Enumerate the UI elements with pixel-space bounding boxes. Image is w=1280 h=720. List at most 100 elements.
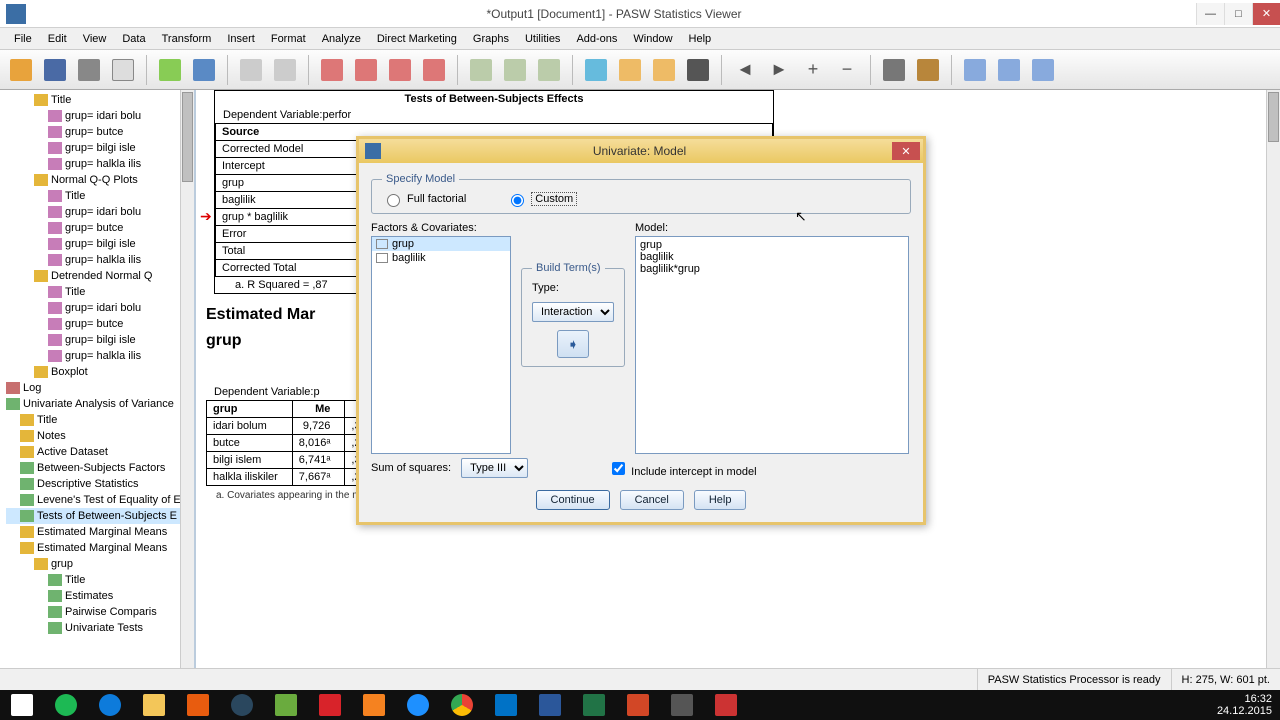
outline-item[interactable]: Normal Q-Q Plots bbox=[6, 172, 194, 188]
menu-analyze[interactable]: Analyze bbox=[314, 33, 369, 45]
outline-item[interactable]: Title bbox=[6, 572, 194, 588]
menu-add-ons[interactable]: Add-ons bbox=[568, 33, 625, 45]
goto-case-button[interactable] bbox=[351, 55, 381, 85]
dialog-recall-button[interactable] bbox=[189, 55, 219, 85]
task-powerpoint[interactable] bbox=[616, 690, 660, 720]
factors-listbox[interactable]: grupbaglilik bbox=[371, 236, 511, 454]
redo-button[interactable] bbox=[270, 55, 300, 85]
intercept-checkbox[interactable]: Include intercept in model bbox=[608, 459, 756, 478]
outline-item[interactable]: Title bbox=[6, 284, 194, 300]
menu-utilities[interactable]: Utilities bbox=[517, 33, 568, 45]
tree-button[interactable] bbox=[879, 55, 909, 85]
outline-scrollbar[interactable] bbox=[180, 90, 194, 668]
stop-button[interactable] bbox=[683, 55, 713, 85]
system-tray[interactable]: 16:32 24.12.2015 bbox=[1209, 693, 1280, 717]
outline-item[interactable]: grup= bilgi isle bbox=[6, 332, 194, 348]
radio-full-factorial[interactable]: Full factorial bbox=[382, 191, 466, 207]
task-spotify[interactable] bbox=[44, 690, 88, 720]
outline-item[interactable]: Notes bbox=[6, 428, 194, 444]
output-scrollbar[interactable] bbox=[1266, 90, 1280, 668]
task-steam[interactable] bbox=[220, 690, 264, 720]
menu-insert[interactable]: Insert bbox=[219, 33, 263, 45]
maximize-button[interactable]: □ bbox=[1224, 3, 1252, 25]
close-button[interactable]: ✕ bbox=[1252, 3, 1280, 25]
outline-item[interactable]: Descriptive Statistics bbox=[6, 476, 194, 492]
task-explorer[interactable] bbox=[132, 690, 176, 720]
task-teamviewer[interactable] bbox=[88, 690, 132, 720]
outline-item[interactable]: Active Dataset bbox=[6, 444, 194, 460]
radio-custom[interactable]: Custom bbox=[506, 191, 577, 207]
task-generic[interactable] bbox=[660, 690, 704, 720]
nav-back-button[interactable]: ◄ bbox=[730, 55, 760, 85]
table-button[interactable] bbox=[994, 55, 1024, 85]
menu-direct-marketing[interactable]: Direct Marketing bbox=[369, 33, 465, 45]
outline-item[interactable]: Detrended Normal Q bbox=[6, 268, 194, 284]
task-word[interactable] bbox=[528, 690, 572, 720]
zoom-in-button[interactable]: + bbox=[798, 55, 828, 85]
task-camtasia[interactable] bbox=[264, 690, 308, 720]
menu-file[interactable]: File bbox=[6, 33, 40, 45]
minimize-button[interactable]: — bbox=[1196, 3, 1224, 25]
variables-button[interactable] bbox=[385, 55, 415, 85]
task-ccleaner[interactable] bbox=[308, 690, 352, 720]
model-listbox[interactable]: grupbaglilikbaglilik*grup bbox=[635, 236, 909, 454]
print-button[interactable] bbox=[74, 55, 104, 85]
dialog-close-button[interactable]: ✕ bbox=[892, 142, 920, 160]
menu-data[interactable]: Data bbox=[114, 33, 153, 45]
outline-item[interactable]: Estimates bbox=[6, 588, 194, 604]
designate-button[interactable] bbox=[581, 55, 611, 85]
preview-button[interactable] bbox=[108, 55, 138, 85]
outline-item[interactable]: grup bbox=[6, 556, 194, 572]
model-item[interactable]: baglilik*grup bbox=[640, 263, 904, 275]
outline-item[interactable]: Boxplot bbox=[6, 364, 194, 380]
outline-item[interactable]: grup= idari bolu bbox=[6, 108, 194, 124]
split-button[interactable] bbox=[534, 55, 564, 85]
weight-button[interactable] bbox=[500, 55, 530, 85]
zoom-out-button[interactable]: − bbox=[832, 55, 862, 85]
outline-item[interactable]: Title bbox=[6, 92, 194, 108]
outline-item[interactable]: Pairwise Comparis bbox=[6, 604, 194, 620]
outline-item[interactable]: grup= halkla ilis bbox=[6, 156, 194, 172]
outline-item[interactable]: grup= halkla ilis bbox=[6, 252, 194, 268]
outline-item[interactable]: grup= idari bolu bbox=[6, 204, 194, 220]
menu-help[interactable]: Help bbox=[681, 33, 720, 45]
outline-item[interactable]: grup= butce bbox=[6, 220, 194, 236]
factor-item[interactable]: grup bbox=[372, 237, 510, 251]
insert-button[interactable] bbox=[419, 55, 449, 85]
undo-button[interactable] bbox=[236, 55, 266, 85]
continue-button[interactable]: Continue bbox=[536, 490, 610, 510]
task-excel[interactable] bbox=[572, 690, 616, 720]
type-combo[interactable]: Interaction bbox=[532, 302, 614, 322]
outline-pane[interactable]: Titlegrup= idari bolugrup= butcegrup= bi… bbox=[0, 90, 196, 668]
factor-item[interactable]: baglilik bbox=[372, 251, 510, 265]
chart-button[interactable] bbox=[960, 55, 990, 85]
save-button[interactable] bbox=[40, 55, 70, 85]
open-button[interactable] bbox=[6, 55, 36, 85]
task-foxit[interactable] bbox=[352, 690, 396, 720]
nav-fwd-button[interactable]: ► bbox=[764, 55, 794, 85]
outline-item[interactable]: Univariate Analysis of Variance bbox=[6, 396, 194, 412]
outline-item[interactable]: grup= halkla ilis bbox=[6, 348, 194, 364]
script-button[interactable] bbox=[649, 55, 679, 85]
outline-item[interactable]: Log bbox=[6, 380, 194, 396]
start-button[interactable] bbox=[0, 690, 44, 720]
model-item[interactable]: grup bbox=[640, 239, 904, 251]
outline-item[interactable]: Title bbox=[6, 188, 194, 204]
cancel-button[interactable]: Cancel bbox=[620, 490, 684, 510]
menu-view[interactable]: View bbox=[75, 33, 115, 45]
menu-graphs[interactable]: Graphs bbox=[465, 33, 517, 45]
outline-item[interactable]: Estimated Marginal Means bbox=[6, 524, 194, 540]
task-outlook[interactable] bbox=[484, 690, 528, 720]
task-vlc[interactable] bbox=[176, 690, 220, 720]
menu-format[interactable]: Format bbox=[263, 33, 314, 45]
outline-item[interactable]: grup= bilgi isle bbox=[6, 236, 194, 252]
outline-item[interactable]: Levene's Test of Equality of E bbox=[6, 492, 194, 508]
outline-item[interactable]: Estimated Marginal Means bbox=[6, 540, 194, 556]
help-button[interactable]: Help bbox=[694, 490, 747, 510]
dialog-titlebar[interactable]: Univariate: Model ✕ bbox=[359, 139, 923, 163]
book-button[interactable] bbox=[913, 55, 943, 85]
model-item[interactable]: baglilik bbox=[640, 251, 904, 263]
outline-item[interactable]: grup= bilgi isle bbox=[6, 140, 194, 156]
select-button[interactable] bbox=[466, 55, 496, 85]
sos-combo[interactable]: Type III bbox=[461, 458, 528, 478]
